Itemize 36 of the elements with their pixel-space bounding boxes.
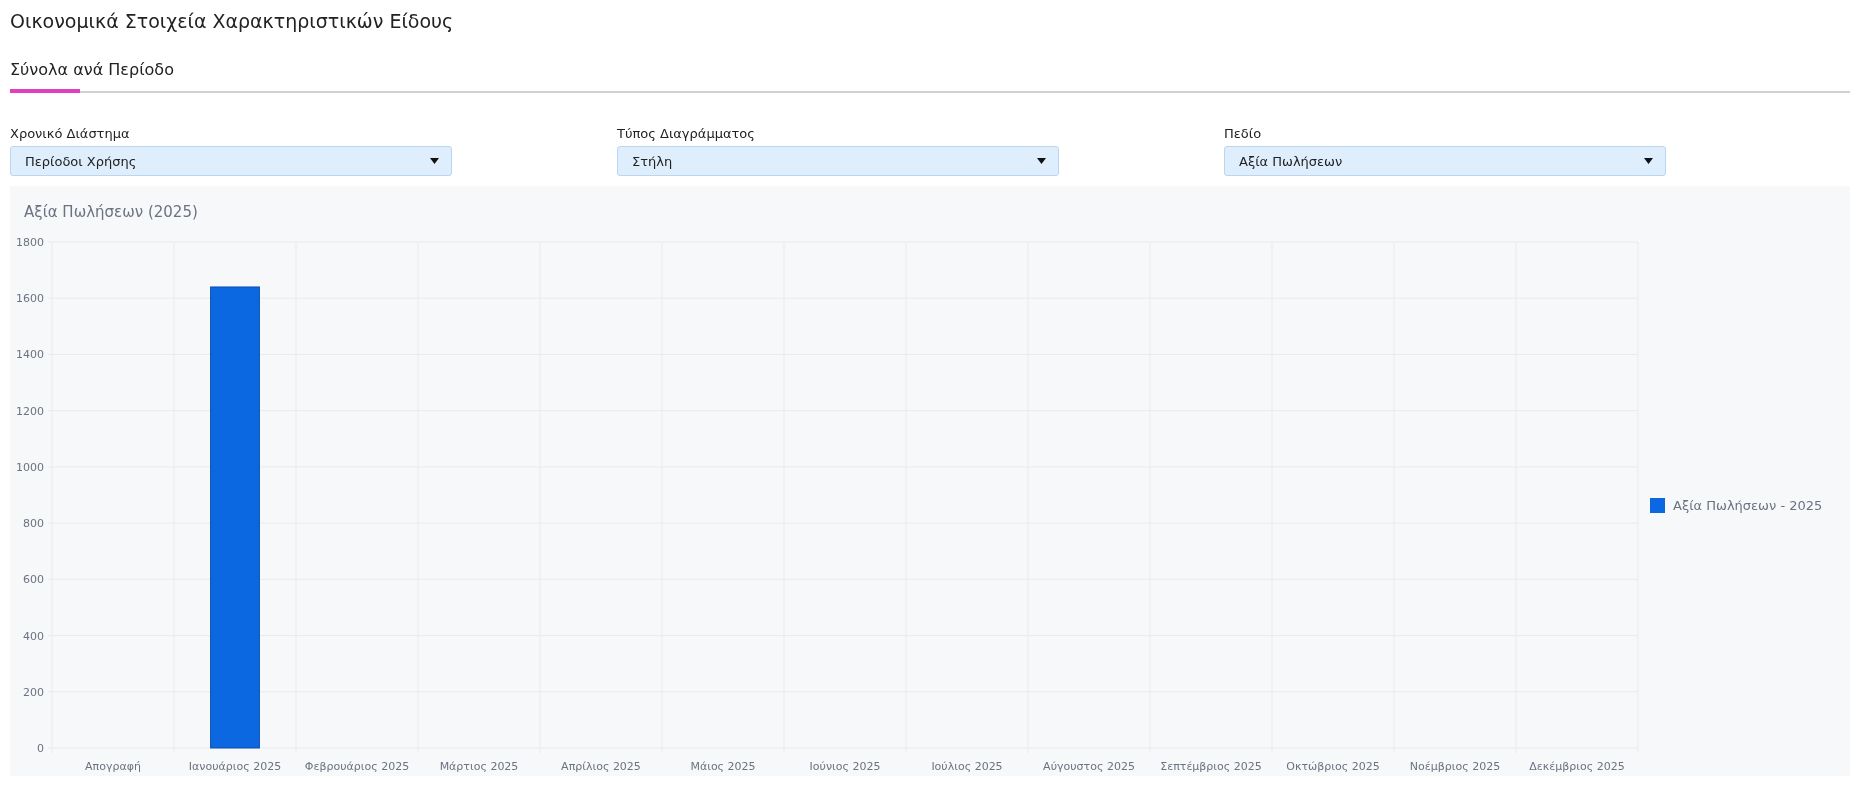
field-label: Πεδίο	[1224, 126, 1263, 141]
axis-tick-label: 600	[23, 573, 44, 587]
tab[interactable]: Σύνολα ανά Περίοδο	[10, 60, 174, 93]
field-label: Τύπος Διαγράμματος	[617, 126, 756, 141]
axis-category-label: Δεκέμβριος 2025	[1529, 760, 1625, 773]
dropdown[interactable]: Αξία Πωλήσεων	[1224, 146, 1666, 176]
caret-icon	[1644, 158, 1653, 164]
axis-tick-label: 1800	[16, 236, 44, 249]
legend-label: Αξία Πωλήσεων - 2025	[1673, 498, 1823, 513]
dropdown[interactable]: Στήλη	[617, 146, 1059, 176]
axis-tick-label: 1600	[16, 292, 44, 306]
axis-tick-label: 200	[23, 685, 44, 699]
axis-category-label: Απογραφή	[85, 760, 141, 773]
axis-category-label: Μάιος 2025	[690, 760, 756, 773]
axis-category-label: Μάρτιος 2025	[439, 760, 519, 773]
axis-tick-label: 0	[37, 742, 44, 755]
axis-category-label: Σεπτέμβριος 2025	[1160, 760, 1262, 773]
axis-category-label: Απρίλιος 2025	[561, 760, 641, 773]
axis-category-label: Ιούνιος 2025	[809, 760, 881, 773]
chart-title: Αξία Πωλήσεων (2025)	[23, 202, 199, 223]
caret-icon	[1037, 158, 1046, 164]
axis-category-label: Φεβρουάριος 2025	[304, 760, 410, 773]
axis-category-label: Ιανουάριος 2025	[188, 760, 282, 773]
field-label: Χρονικό Διάστημα	[10, 126, 131, 141]
axis-tick-label: 800	[23, 517, 44, 531]
axis-tick-label: 1000	[16, 460, 44, 474]
page-title: Οικονομικά Στοιχεία Χαρακτηριστικών Είδους	[10, 9, 455, 34]
caret-icon	[430, 158, 439, 164]
axis-category-label: Αύγουστος 2025	[1043, 760, 1135, 773]
axis-category-label: Ιούλιος 2025	[931, 760, 1003, 773]
axis-tick-label: 1400	[16, 348, 44, 362]
axis-tick-label: 400	[23, 629, 44, 643]
axis-category-label: Οκτώβριος 2025	[1286, 760, 1380, 773]
dropdown[interactable]: Περίοδοι Χρήσης	[10, 146, 452, 176]
axis-category-label: Νοέμβριος 2025	[1409, 760, 1501, 773]
axis-tick-label: 1200	[16, 404, 44, 418]
